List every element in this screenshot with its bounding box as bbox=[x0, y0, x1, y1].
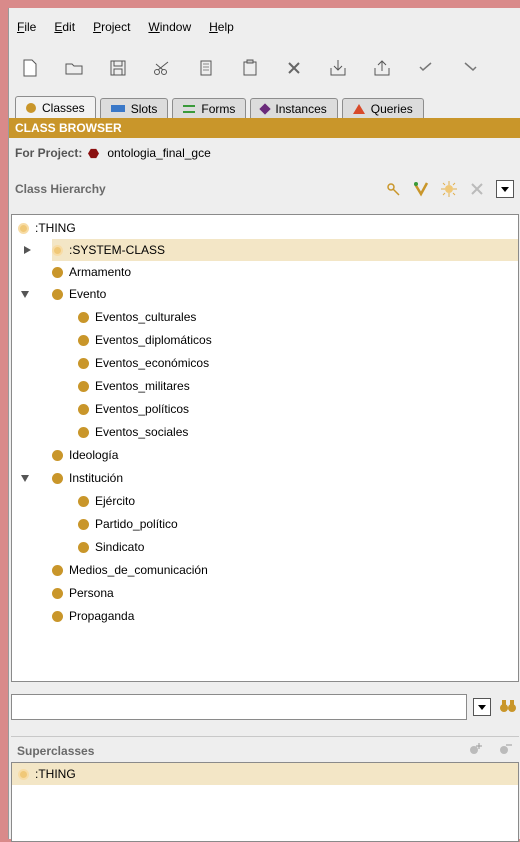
superclasses-title: Superclasses bbox=[17, 743, 95, 758]
class-icon bbox=[52, 449, 63, 461]
menu-help[interactable]: Help bbox=[209, 20, 234, 34]
paste-icon[interactable] bbox=[239, 57, 261, 79]
superclasses-list[interactable]: :THING bbox=[11, 762, 519, 842]
search-dropdown[interactable] bbox=[473, 698, 491, 716]
find-usage-icon[interactable] bbox=[384, 180, 402, 198]
tab-instances[interactable]: Instances bbox=[250, 98, 338, 118]
tab-slots[interactable]: Slots bbox=[99, 98, 169, 118]
slots-tab-icon bbox=[110, 105, 125, 112]
tree-item-persona[interactable]: Persona bbox=[52, 582, 114, 604]
tab-classes[interactable]: Classes bbox=[15, 96, 96, 118]
class-icon bbox=[78, 541, 89, 553]
class-icon bbox=[78, 334, 89, 346]
class-search-row bbox=[11, 693, 519, 721]
tree-item-institucion[interactable]: Institución bbox=[52, 467, 123, 489]
tree-item-eventos-militares[interactable]: Eventos_militares bbox=[78, 375, 190, 397]
import-icon[interactable] bbox=[327, 57, 349, 79]
redo-icon[interactable] bbox=[459, 57, 481, 79]
class-icon bbox=[52, 472, 63, 484]
class-icon bbox=[18, 768, 29, 780]
delete-class-icon[interactable] bbox=[468, 180, 486, 198]
create-subclass-icon[interactable] bbox=[412, 180, 430, 198]
collapse-arrow-icon[interactable] bbox=[20, 473, 30, 483]
class-icon bbox=[78, 380, 89, 392]
class-hierarchy-title: Class Hierarchy bbox=[15, 182, 106, 196]
tree-item-eventos-diplomaticos[interactable]: Eventos_diplomáticos bbox=[78, 329, 212, 351]
project-line: For Project: ontologia_final_gce bbox=[9, 138, 520, 168]
tab-bar: Classes Slots Forms Instances Queries bbox=[9, 94, 520, 118]
hierarchy-toolbar bbox=[384, 180, 514, 198]
forms-tab-icon bbox=[183, 104, 196, 113]
tab-forms[interactable]: Forms bbox=[172, 98, 247, 118]
tree-item-system-class[interactable]: :SYSTEM-CLASS bbox=[52, 239, 518, 261]
menu-project[interactable]: Project bbox=[93, 20, 130, 34]
tab-queries[interactable]: Queries bbox=[341, 98, 424, 118]
binoculars-icon[interactable] bbox=[499, 699, 517, 716]
new-file-icon[interactable] bbox=[19, 57, 41, 79]
classes-tab-icon bbox=[26, 102, 36, 113]
create-class-icon[interactable] bbox=[440, 180, 458, 198]
undo-icon[interactable] bbox=[415, 57, 437, 79]
class-tree[interactable]: :THING :SYSTEM-CLASS Armamento Evento Ev… bbox=[11, 214, 519, 682]
class-icon bbox=[52, 288, 63, 300]
project-label: For Project: bbox=[15, 146, 83, 160]
tree-item-propaganda[interactable]: Propaganda bbox=[52, 605, 134, 627]
project-icon bbox=[88, 148, 100, 158]
queries-tab-icon bbox=[352, 103, 365, 114]
copy-icon[interactable] bbox=[195, 57, 217, 79]
class-hierarchy-header: Class Hierarchy bbox=[9, 174, 520, 204]
project-name: ontologia_final_gce bbox=[107, 146, 211, 160]
open-folder-icon[interactable] bbox=[63, 57, 85, 79]
delete-icon[interactable] bbox=[283, 57, 305, 79]
class-icon bbox=[78, 495, 89, 507]
class-browser-header: CLASS BROWSER bbox=[9, 118, 520, 138]
class-icon bbox=[78, 403, 89, 415]
save-icon[interactable] bbox=[107, 57, 129, 79]
menu-bar: File Edit Project Window Help bbox=[9, 8, 520, 46]
collapse-arrow-icon[interactable] bbox=[20, 289, 30, 299]
superclasses-toolbar bbox=[467, 741, 513, 760]
tree-item-eventos-politicos[interactable]: Eventos_políticos bbox=[78, 398, 189, 420]
tree-item-armamento[interactable]: Armamento bbox=[52, 261, 131, 283]
superclass-item[interactable]: :THING bbox=[12, 763, 518, 785]
remove-superclass-icon[interactable] bbox=[497, 741, 513, 760]
class-search-input[interactable] bbox=[11, 694, 467, 720]
tree-item-ejercito[interactable]: Ejército bbox=[78, 490, 135, 512]
add-superclass-icon[interactable] bbox=[467, 741, 483, 760]
class-icon bbox=[52, 564, 63, 576]
tree-item-ideologia[interactable]: Ideología bbox=[52, 444, 118, 466]
tree-item-evento[interactable]: Evento bbox=[52, 283, 106, 305]
class-icon bbox=[78, 311, 89, 323]
app-window: File Edit Project Window Help Classes Sl… bbox=[8, 8, 520, 842]
superclasses-header: Superclasses bbox=[11, 736, 519, 764]
class-icon bbox=[52, 266, 63, 278]
chevron-down-icon bbox=[501, 187, 509, 192]
tree-item-medios-de-comunicacion[interactable]: Medios_de_comunicación bbox=[52, 559, 208, 581]
class-icon bbox=[52, 610, 63, 622]
instances-tab-icon bbox=[259, 102, 272, 115]
class-icon bbox=[78, 518, 89, 530]
menu-edit[interactable]: Edit bbox=[54, 20, 75, 34]
class-icon bbox=[52, 587, 63, 599]
tree-root[interactable]: :THING bbox=[18, 217, 76, 239]
toolbar bbox=[9, 46, 520, 90]
expand-arrow-icon[interactable] bbox=[22, 245, 32, 255]
class-icon bbox=[52, 244, 63, 256]
class-icon bbox=[18, 222, 29, 234]
cut-icon[interactable] bbox=[151, 57, 173, 79]
tree-item-eventos-culturales[interactable]: Eventos_culturales bbox=[78, 306, 196, 328]
tree-item-eventos-sociales[interactable]: Eventos_sociales bbox=[78, 421, 188, 443]
tree-item-partido-politico[interactable]: Partido_político bbox=[78, 513, 178, 535]
export-icon[interactable] bbox=[371, 57, 393, 79]
tree-item-eventos-economicos[interactable]: Eventos_económicos bbox=[78, 352, 209, 374]
menu-file[interactable]: File bbox=[17, 20, 36, 34]
class-icon bbox=[78, 426, 89, 438]
menu-window[interactable]: Window bbox=[148, 20, 191, 34]
hierarchy-menu-dropdown[interactable] bbox=[496, 180, 514, 198]
tree-item-sindicato[interactable]: Sindicato bbox=[78, 536, 144, 558]
class-icon bbox=[78, 357, 89, 369]
chevron-down-icon bbox=[478, 705, 486, 710]
